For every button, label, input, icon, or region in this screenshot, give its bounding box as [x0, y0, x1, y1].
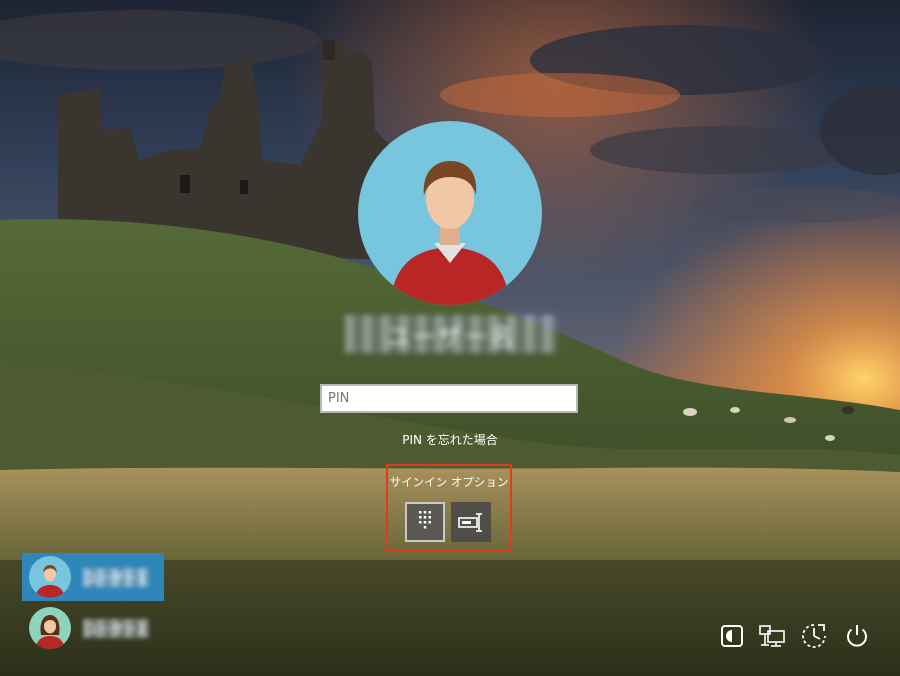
user-tile-name: ユーザー2 — [83, 618, 150, 638]
person-female-icon — [29, 607, 71, 649]
power-saver-icon — [802, 624, 826, 648]
ease-of-access-button[interactable] — [718, 622, 746, 650]
network-button[interactable] — [758, 622, 786, 650]
power-button[interactable] — [843, 622, 871, 650]
power-saver-button[interactable] — [800, 622, 828, 650]
forgot-pin-link[interactable]: PIN を忘れた場合 — [350, 431, 550, 448]
ease-of-access-icon — [721, 625, 743, 647]
pin-input[interactable] — [320, 384, 578, 413]
keypad-icon — [419, 511, 431, 529]
user-tile[interactable]: ユーザー1 — [22, 553, 164, 601]
signin-options-label: サインイン オプション — [389, 475, 509, 489]
person-icon — [29, 556, 71, 598]
avatar — [29, 607, 71, 649]
password-signin-option-button[interactable] — [451, 502, 491, 542]
power-icon — [847, 625, 867, 647]
avatar — [29, 556, 71, 598]
network-icon — [759, 625, 785, 647]
password-key-icon — [458, 513, 482, 532]
username-label: ユーザー名 — [345, 315, 557, 353]
user-avatar — [358, 121, 542, 305]
pin-signin-option-button[interactable] — [405, 502, 445, 542]
signin-options-panel: サインイン オプション — [386, 464, 512, 551]
person-icon — [358, 121, 542, 305]
user-tile[interactable]: ユーザー2 — [22, 604, 164, 652]
user-tile-name: ユーザー1 — [83, 567, 150, 587]
